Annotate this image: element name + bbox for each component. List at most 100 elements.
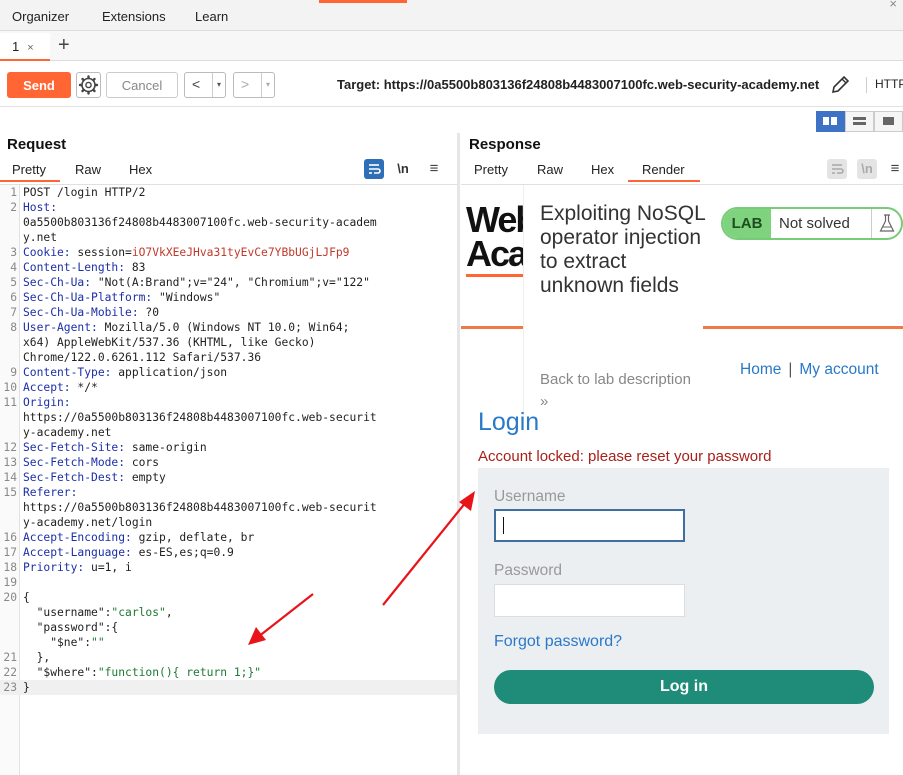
code-text: Chrome/122.0.6261.112 Safari/537.36 (23, 351, 262, 364)
code-line: y.net (0, 230, 457, 245)
line-number: 4 (10, 261, 17, 274)
response-tab-render[interactable]: Render (628, 160, 700, 182)
code-line: 9 Content-Type: application/json (0, 365, 457, 380)
code-text: POST /login HTTP/2 (23, 186, 146, 199)
back-button[interactable]: < ▾ (184, 72, 226, 98)
nav-separator: | (788, 361, 793, 378)
wrap-lines-button[interactable] (827, 159, 847, 179)
pane-divider[interactable] (457, 133, 460, 775)
tab-strip: 1 × + (0, 31, 903, 61)
response-editor-tools: \n ≡ (827, 159, 903, 181)
wrap-lines-button[interactable] (364, 159, 384, 179)
line-number: 10 (3, 381, 17, 394)
pencil-icon (831, 75, 850, 94)
response-tab-raw[interactable]: Raw (537, 160, 563, 182)
line-number: 23 (3, 681, 17, 694)
code-line: 20 { (0, 590, 457, 605)
add-tab-button[interactable]: + (58, 34, 70, 57)
code-line: y-academy.net/login (0, 515, 457, 530)
request-tab-hex[interactable]: Hex (129, 160, 152, 182)
cancel-button[interactable]: Cancel (106, 72, 178, 98)
password-input[interactable] (494, 584, 685, 617)
code-line: x64) AppleWebKit/537.36 (KHTML, like Gec… (0, 335, 457, 350)
layout-side-by-side-button[interactable] (816, 111, 845, 132)
back-to-lab-link[interactable]: Back to lab description» (540, 369, 691, 413)
line-number: 1 (10, 186, 17, 199)
text-caret (503, 517, 504, 534)
send-button[interactable]: Send (7, 72, 71, 98)
my-account-link[interactable]: My account (799, 361, 878, 378)
forgot-password-link[interactable]: Forgot password? (494, 633, 622, 651)
code-text: https://0a5500b803136f24808b4483007100fc… (23, 411, 377, 424)
show-newlines-button[interactable]: \n (857, 159, 877, 179)
menu-icon[interactable]: ≡ (424, 159, 444, 179)
code-line: "username":"carlos", (0, 605, 457, 620)
code-text: x64) AppleWebKit/537.36 (KHTML, like Gec… (23, 336, 316, 349)
code-text: Sec-Ch-Ua-Mobile: ?0 (23, 306, 160, 319)
code-text: Origin: (23, 396, 71, 409)
line-number: 18 (3, 561, 17, 574)
layout-stacked-button[interactable] (845, 111, 874, 132)
response-tab-pretty[interactable]: Pretty (474, 160, 508, 182)
edit-target-button[interactable] (829, 72, 851, 96)
code-text: }, (23, 651, 51, 664)
show-newlines-button[interactable]: \n (393, 159, 413, 179)
tab-close-icon[interactable]: × (27, 42, 33, 54)
request-tab-raw[interactable]: Raw (75, 160, 101, 182)
back-arrow-icon: < (192, 76, 201, 92)
lab-badge-label: LAB (723, 209, 771, 238)
line-number: 17 (3, 546, 17, 559)
line-number: 6 (10, 291, 17, 304)
tab-1[interactable]: 1 × (0, 33, 50, 61)
site-nav: Home | My account (740, 361, 879, 379)
code-text: Cookie: session=iO7VkXEeJHva31tyEvCe7YBb… (23, 246, 350, 259)
menu-icon[interactable]: ≡ (885, 159, 903, 179)
code-text: https://0a5500b803136f24808b4483007100fc… (23, 501, 377, 514)
code-line: https://0a5500b803136f24808b4483007100fc… (0, 410, 457, 425)
chevron-down-icon[interactable]: ▾ (261, 73, 274, 97)
code-line: 7 Sec-Ch-Ua-Mobile: ?0 (0, 305, 457, 320)
request-tabs: Pretty Raw Hex (0, 160, 200, 182)
home-link[interactable]: Home (740, 361, 781, 378)
menu-organizer[interactable]: Organizer (12, 9, 69, 24)
gear-icon (78, 75, 99, 95)
code-text: Content-Length: 83 (23, 261, 146, 274)
code-line: 17 Accept-Language: es-ES,es;q=0.9 (0, 545, 457, 560)
back-link-label: Back to lab description» (540, 371, 691, 410)
lab-status-badge: LAB Not solved (721, 207, 903, 240)
username-input[interactable] (494, 509, 685, 542)
code-line: 14 Sec-Fetch-Dest: empty (0, 470, 457, 485)
forward-button[interactable]: > ▾ (233, 72, 275, 98)
settings-button[interactable] (76, 72, 101, 98)
code-text: Sec-Fetch-Site: same-origin (23, 441, 207, 454)
response-tabs: Pretty Raw Hex Render (461, 160, 721, 182)
chevron-down-icon[interactable]: ▾ (212, 73, 225, 97)
code-line: 4 Content-Length: 83 (0, 260, 457, 275)
wrap-icon (369, 164, 381, 174)
http-protocol-label[interactable]: HTTP (866, 77, 903, 93)
code-line: 12 Sec-Fetch-Site: same-origin (0, 440, 457, 455)
request-editor[interactable]: 1 POST /login HTTP/2 2 Host: 0a5500b803136f2… (0, 184, 457, 775)
code-text: "password":{ (23, 621, 119, 634)
code-text: { (23, 591, 30, 604)
flask-icon (871, 209, 901, 238)
code-text: } (23, 681, 30, 694)
code-line: 0a5500b803136f24808b4483007100fc.web-sec… (0, 215, 457, 230)
line-number: 5 (10, 276, 17, 289)
line-number: 13 (3, 456, 17, 469)
code-line: 21 }, (0, 650, 457, 665)
login-button[interactable]: Log in (494, 670, 874, 704)
menu-extensions[interactable]: Extensions (102, 9, 166, 24)
request-tab-pretty[interactable]: Pretty (0, 160, 60, 182)
layout-switcher (816, 111, 903, 133)
line-number: 2 (10, 201, 17, 214)
code-line: 13 Sec-Fetch-Mode: cors (0, 455, 457, 470)
code-line: 23} (0, 680, 457, 695)
wrap-icon (832, 164, 844, 174)
response-tab-hex[interactable]: Hex (591, 160, 614, 182)
code-line: 22 "$where":"function(){ return 1;}" (0, 665, 457, 680)
layout-tabs-button[interactable] (874, 111, 903, 132)
close-icon[interactable]: × (889, 0, 897, 11)
menu-learn[interactable]: Learn (195, 9, 228, 24)
code-text: "$where":"function(){ return 1;}" (23, 666, 262, 679)
